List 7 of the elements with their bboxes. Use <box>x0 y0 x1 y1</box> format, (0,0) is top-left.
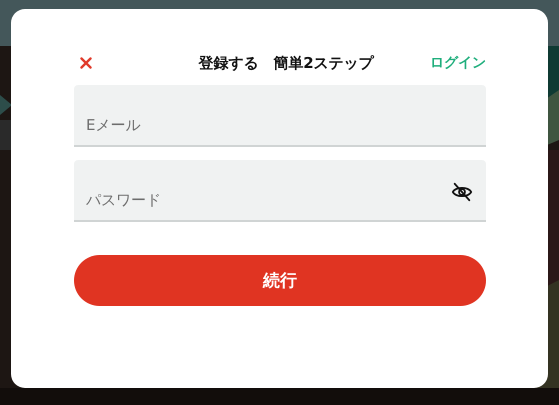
login-link[interactable]: ログイン <box>430 54 486 72</box>
continue-button[interactable]: 続行 <box>74 255 486 306</box>
email-field[interactable]: Eメール <box>74 85 486 147</box>
hidden-eye-icon[interactable] <box>451 181 473 203</box>
password-field[interactable]: パスワード <box>74 160 486 222</box>
close-icon[interactable] <box>80 57 92 69</box>
dialog-title: 登録する 簡単2ステップ <box>198 54 374 72</box>
